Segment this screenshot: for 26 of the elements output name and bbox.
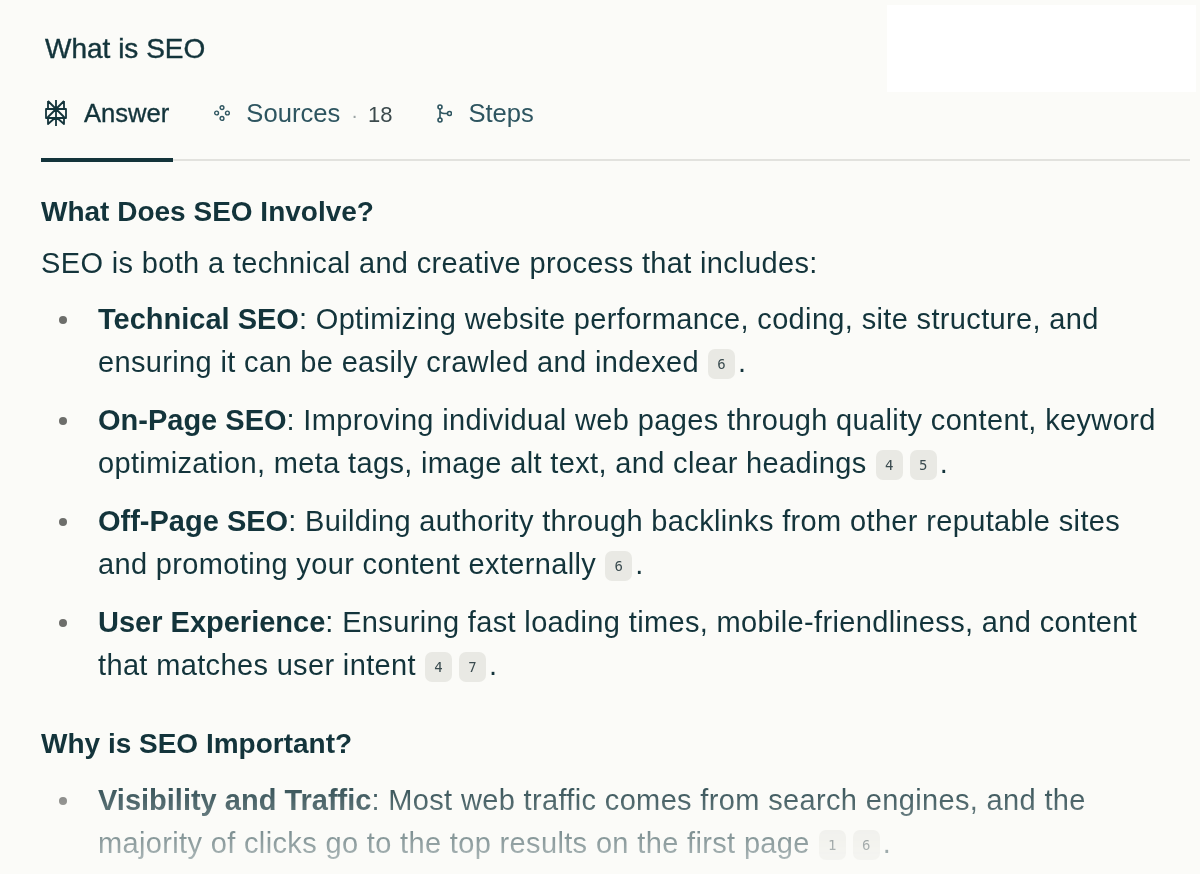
intro-text: SEO is both a technical and creative process that includes: xyxy=(41,246,819,281)
list-item-text: On-Page SEO: Improving individual web pages through quality content, keyword optimization, meta tags, image alt text, and clear headings 4 5 . xyxy=(98,403,1157,483)
bullet-icon xyxy=(59,619,67,627)
bullet-icon xyxy=(59,316,67,324)
bullet-icon xyxy=(59,518,67,526)
section-heading: Why is SEO Important? xyxy=(41,727,354,761)
citation-link[interactable]: 7 xyxy=(458,652,486,683)
page-title: What is SEO xyxy=(45,31,206,66)
citation-link[interactable]: 6 xyxy=(605,551,633,582)
steps-tab[interactable]: Steps xyxy=(434,92,538,162)
logo-icon xyxy=(44,99,68,127)
citation-link[interactable]: 6 xyxy=(707,349,735,380)
citation-link[interactable]: 4 xyxy=(424,652,452,683)
dots-icon xyxy=(214,105,231,121)
bullet-icon xyxy=(59,417,67,425)
answer-tab[interactable]: Answer xyxy=(41,92,174,162)
sources-tab[interactable]: Sources · 18 xyxy=(211,92,397,162)
list-item-text: Off-Page SEO: Building authority through backlinks from other reputable sites and promoting your content externally 6 . xyxy=(98,504,1122,584)
branch-icon xyxy=(437,103,453,123)
list-item-text: User Experience: Ensuring fast loading times, mobile-friendliness, and content that matches user intent 4 7 . xyxy=(98,605,1139,685)
section-heading: What Does SEO Involve? xyxy=(41,195,375,229)
list-item-text: Visibility and Traffic: Most web traffic comes from search engines, and the majority of clicks go to the top results on the first page 1 6 . xyxy=(98,783,1087,863)
list-item-text: Technical SEO: Optimizing website performance, coding, site structure, and ensuring it can be easily crawled and indexed 6 . xyxy=(98,302,1100,382)
citation-link[interactable]: 5 xyxy=(909,450,937,481)
citation-link[interactable]: 4 xyxy=(875,450,903,481)
bullet-icon xyxy=(59,797,67,805)
